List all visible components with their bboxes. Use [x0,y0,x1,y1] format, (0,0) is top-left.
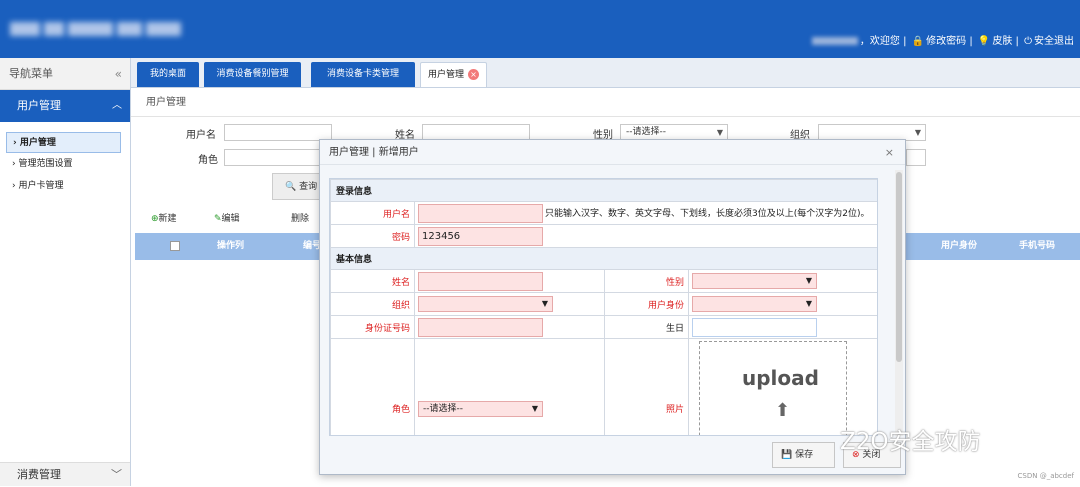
save-icon: 💾 [781,450,793,460]
username-hint: 只能输入汉字、数字、英文字母、下划线，长度必须3位及以上(每个汉字为2位)。 [545,208,870,219]
dialog-form: 登录信息 用户名 只能输入汉字、数字、英文字母、下划线，长度必须3位及以上(每个… [329,178,878,436]
credit-text: CSDN @_abcdef [1017,472,1074,480]
welcome-text: ，欢迎您 [859,36,900,47]
search-input-right[interactable] [906,149,926,166]
skin-link[interactable]: 皮肤 [992,36,1012,47]
upload-text: upload [742,366,819,390]
username-search-input[interactable] [224,124,332,141]
photo-field-label: 照片 [604,338,689,435]
birthday-field-label: 生日 [604,315,689,339]
tab-bar: 我的桌面 消费设备餐别管理 消费设备卡类管理 用户管理 × [131,58,1080,88]
username-field-label: 用户名 [330,201,415,225]
query-button[interactable]: 🔍 查询 [272,173,324,200]
plus-icon: ⊕ [151,214,159,224]
dropdown-arrow-icon: ▼ [716,128,723,137]
edit-button[interactable]: ✎编辑 [214,211,240,224]
dropdown-arrow-icon: ▼ [541,299,548,308]
nav-group-consumption[interactable]: 消费管理 ﹀ [0,462,130,486]
name-field[interactable] [418,271,543,291]
dialog-close-icon[interactable]: × [885,140,894,165]
nav-header: 导航菜单 « [0,58,130,90]
dropdown-arrow-icon: ▼ [805,299,812,308]
sidebar-item-user-card[interactable]: › 用户卡管理 [6,176,121,197]
identity-field-label: 用户身份 [604,292,689,316]
dialog-header: 用户管理 | 新增用户 × [320,140,905,165]
dialog-scrollbar[interactable] [895,170,903,436]
dropdown-arrow-icon: ▼ [805,276,812,285]
lock-icon: 🔒 [911,36,925,47]
login-section-title: 登录信息 [330,179,877,202]
sidebar-item-scope-settings[interactable]: › 管理范围设置 [6,154,121,175]
org-field-select[interactable]: ▼ [418,296,553,312]
idcard-field[interactable] [418,317,543,337]
password-field-label: 密码 [330,224,415,248]
tab-card-type-management[interactable]: 消费设备卡类管理 [311,62,415,87]
breadcrumb: 用户管理 [131,89,1080,117]
birthday-field[interactable] [692,317,817,337]
name-field-label: 姓名 [330,269,415,293]
sidebar-item-user-management[interactable]: › 用户管理 [6,132,121,153]
add-user-dialog: 用户管理 | 新增用户 × 登录信息 用户名 只能输入汉字、数字、英文字母、下划线… [319,139,906,475]
role-label: 角色 [198,155,218,166]
pencil-icon: ✎ [214,214,222,224]
role-field-label: 角色 [330,338,415,435]
org-field-label: 组织 [330,292,415,316]
user-bar: ，欢迎您 | 🔒 修改密码 | 💡 皮肤 | ⏻ 安全退出 [811,32,1074,47]
power-icon: ⏻ [1024,36,1032,47]
username-blurred [811,37,858,45]
column-phone: 手机号码 [1019,241,1056,251]
change-password-link[interactable]: 修改密码 [926,36,966,47]
chevron-up-icon: ︿ [112,100,122,111]
role-field-select[interactable]: --请选择-- ▼ [418,400,543,417]
column-actions: 操作列 [217,241,245,251]
tab-user-management[interactable]: 用户管理 × [420,62,487,87]
photo-upload-area[interactable]: upload ⬆ [692,337,857,435]
password-field[interactable]: 123456 [418,226,543,246]
idcard-field-label: 身份证号码 [330,315,415,339]
tab-desktop[interactable]: 我的桌面 [137,62,199,87]
bulb-icon: 💡 [977,36,991,47]
gender-field-select[interactable]: ▼ [692,273,817,289]
delete-button[interactable]: 删除 [291,211,309,224]
username-label: 用户名 [186,130,216,141]
username-field[interactable] [418,203,543,223]
gender-field-label: 性别 [604,269,689,293]
search-icon: 🔍 [285,182,297,192]
new-button[interactable]: ⊕新建 [151,211,177,224]
identity-field-select[interactable]: ▼ [692,296,817,312]
dropdown-arrow-icon: ▼ [531,403,538,413]
tab-meal-management[interactable]: 消费设备餐别管理 [204,62,301,87]
select-all-checkbox[interactable] [170,241,180,251]
top-header: ，欢迎您 | 🔒 修改密码 | 💡 皮肤 | ⏻ 安全退出 [0,0,1080,58]
sidebar: 导航菜单 « 用户管理 ︿ › 用户管理 › 管理范围设置 › 用户卡管理 消费管理… [0,58,131,486]
collapse-icon[interactable]: « [115,58,122,90]
dialog-title: 用户管理 | 新增用户 [329,147,419,158]
scrollbar-thumb[interactable] [896,172,902,362]
upload-arrow-icon: ⬆ [775,400,791,421]
close-tab-icon[interactable]: × [468,69,479,80]
basic-section-title: 基本信息 [330,247,877,270]
save-button[interactable]: 💾 保存 [772,442,835,468]
role-search-input[interactable] [224,149,324,166]
chevron-down-icon: ﹀ [111,468,122,481]
logout-link[interactable]: 安全退出 [1034,36,1074,47]
nav-group-user-management[interactable]: 用户管理 ︿ [0,90,130,122]
column-identity: 用户身份 [941,241,978,251]
app-logo [8,14,208,44]
upload-dropzone[interactable]: upload ⬆ [699,341,847,435]
dropdown-arrow-icon: ▼ [914,128,921,137]
watermark: Z2O安全攻防 [840,429,981,455]
